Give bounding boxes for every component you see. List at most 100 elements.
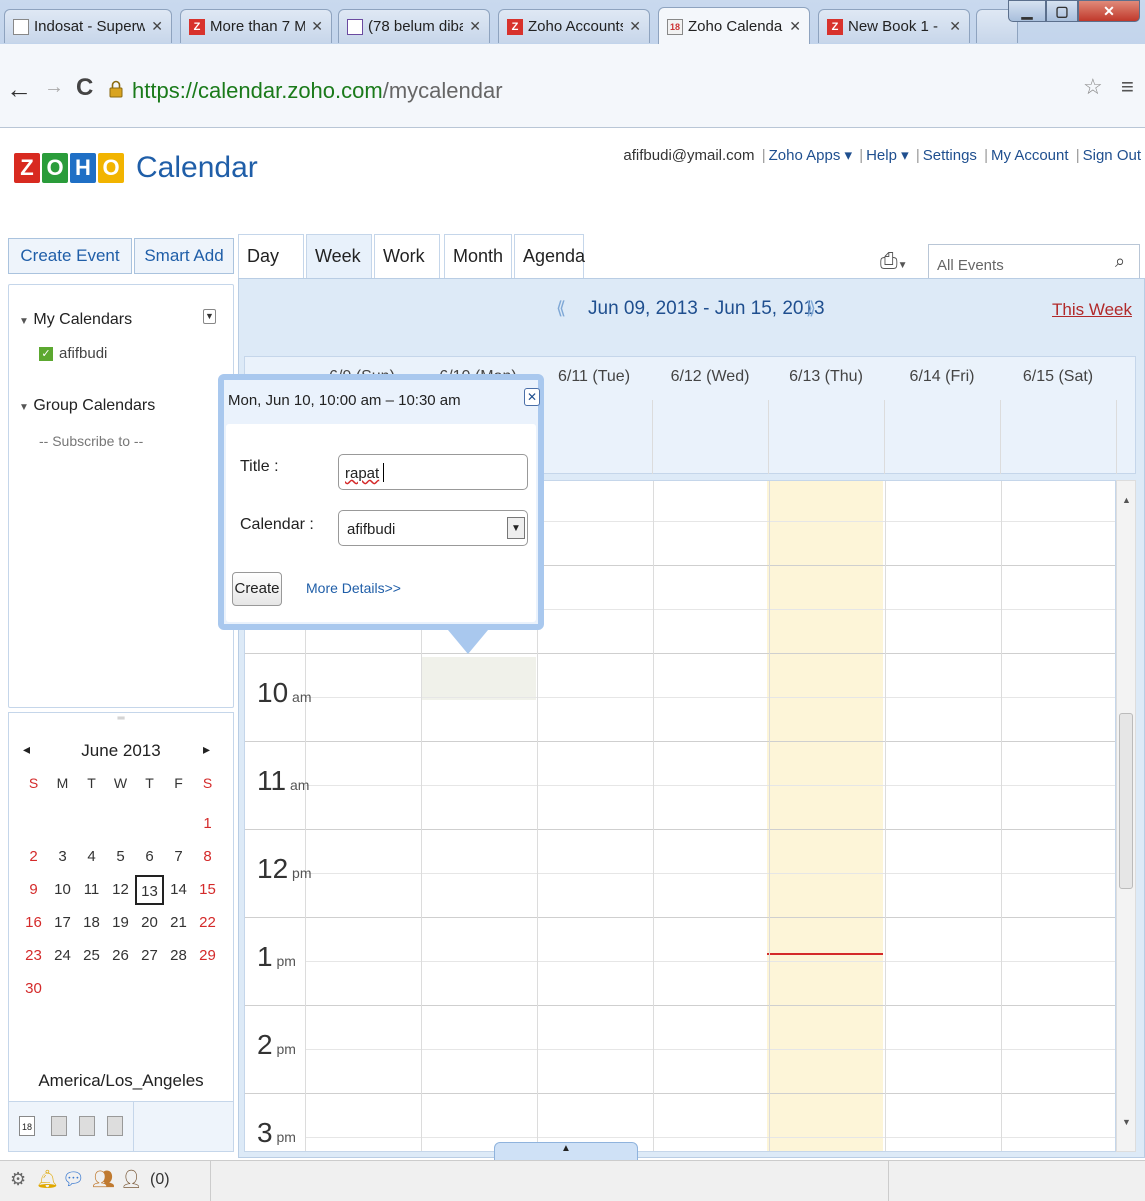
zoho-apps-link[interactable]: Zoho Apps ▾: [769, 147, 852, 164]
browser-tab[interactable]: (78 belum dibaca ✕: [338, 9, 490, 43]
mini-day[interactable]: 7: [164, 842, 193, 872]
check-icon[interactable]: [107, 1116, 123, 1136]
mini-day[interactable]: 6: [135, 842, 164, 872]
address-bar[interactable]: https://calendar.zoho.com/mycalendar: [108, 72, 1048, 112]
collapse-handle[interactable]: ▲: [494, 1142, 638, 1162]
mini-day[interactable]: 20: [135, 908, 164, 938]
day-header[interactable]: 6/15 (Sat): [1000, 368, 1116, 386]
contacts-icon[interactable]: 👥︎: [92, 1169, 115, 1190]
selected-slot[interactable]: [421, 657, 536, 700]
close-icon[interactable]: ✕: [311, 18, 323, 35]
mini-day[interactable]: 9: [19, 875, 48, 905]
mini-day[interactable]: 22: [193, 908, 222, 938]
reload-icon[interactable]: C: [76, 74, 93, 102]
scroll-thumb[interactable]: [1119, 713, 1133, 889]
gear-icon[interactable]: ⚙: [10, 1169, 26, 1190]
mini-day-today[interactable]: 13: [135, 875, 164, 905]
mini-day[interactable]: 21: [164, 908, 193, 938]
search-input[interactable]: All Events ⌕: [928, 244, 1140, 280]
title-input[interactable]: rapat: [338, 454, 528, 490]
close-icon[interactable]: ✕: [524, 388, 540, 406]
close-icon[interactable]: ✕: [469, 18, 481, 35]
prev-week-icon[interactable]: ⟪: [556, 298, 566, 319]
star-icon[interactable]: ☆: [1083, 74, 1103, 100]
my-account-link[interactable]: My Account: [991, 147, 1069, 164]
tab-agenda[interactable]: Agenda: [514, 234, 585, 278]
forward-icon[interactable]: →: [44, 76, 64, 99]
calendar-item-afifbudi[interactable]: ✓ afifbudi: [39, 345, 107, 362]
mini-day[interactable]: 5: [106, 842, 135, 872]
calendar-select[interactable]: afifbudi ▼: [338, 510, 528, 546]
mini-day[interactable]: 14: [164, 875, 193, 905]
scroll-up-icon[interactable]: ▲: [1122, 495, 1131, 505]
window-close-button[interactable]: ✕: [1078, 0, 1140, 22]
mini-day[interactable]: 18: [77, 908, 106, 938]
close-icon[interactable]: ✕: [629, 18, 641, 35]
browser-tab[interactable]: Z New Book 1 - Pa ✕: [818, 9, 970, 43]
mini-day[interactable]: 29: [193, 941, 222, 971]
mini-day[interactable]: 23: [19, 941, 48, 971]
browser-tab[interactable]: Indosat - Superw ✕: [4, 9, 172, 43]
day-header[interactable]: 6/11 (Tue): [536, 368, 652, 386]
bell-icon[interactable]: 🔔︎: [36, 1169, 59, 1190]
mini-day[interactable]: 3: [48, 842, 77, 872]
help-link[interactable]: Help ▾: [866, 147, 909, 164]
next-month-icon[interactable]: ▸: [203, 741, 210, 758]
next-week-icon[interactable]: ⟫: [806, 298, 816, 319]
close-icon[interactable]: ✕: [789, 18, 801, 35]
back-icon[interactable]: ←: [6, 74, 32, 105]
search-icon[interactable]: ⌕: [1115, 251, 1125, 272]
mini-day[interactable]: 15: [193, 875, 222, 905]
chevron-down-icon[interactable]: ▼: [507, 517, 525, 539]
browser-tab[interactable]: Z More than 7 Mill ✕: [180, 9, 332, 43]
mini-day[interactable]: 24: [48, 941, 77, 971]
mini-day[interactable]: 11: [77, 875, 106, 905]
notes-icon[interactable]: [79, 1116, 95, 1136]
zoho-logo[interactable]: Z O H O Calendar: [14, 138, 258, 198]
tasks-icon[interactable]: [51, 1116, 67, 1136]
mini-day[interactable]: 19: [106, 908, 135, 938]
create-button[interactable]: Create: [232, 572, 282, 606]
browser-tab[interactable]: Z Zoho Accounts ✕: [498, 9, 650, 43]
tab-month[interactable]: Month: [444, 234, 512, 278]
mini-day[interactable]: 26: [106, 941, 135, 971]
mini-day[interactable]: 2: [19, 842, 48, 872]
mini-day[interactable]: 17: [48, 908, 77, 938]
mini-day[interactable]: 27: [135, 941, 164, 971]
mini-day[interactable]: 1: [193, 809, 222, 839]
mini-day[interactable]: 12: [106, 875, 135, 905]
subscribe-link[interactable]: -- Subscribe to --: [39, 433, 143, 449]
menu-icon[interactable]: ≡: [1121, 74, 1134, 100]
minimize-button[interactable]: ▁: [1008, 0, 1046, 22]
calendar-icon[interactable]: 18: [19, 1116, 35, 1136]
sign-out-link[interactable]: Sign Out: [1083, 147, 1141, 164]
mini-day[interactable]: 8: [193, 842, 222, 872]
my-calendars-header[interactable]: ▼ My Calendars: [19, 311, 132, 329]
calendar-options-icon[interactable]: ▼: [203, 309, 216, 324]
mini-day[interactable]: 4: [77, 842, 106, 872]
checkbox-checked-icon[interactable]: ✓: [39, 346, 53, 361]
vertical-scrollbar[interactable]: ▲ ▼: [1116, 480, 1136, 1152]
day-header[interactable]: 6/12 (Wed): [652, 368, 768, 386]
scroll-down-icon[interactable]: ▼: [1122, 1117, 1131, 1127]
day-header[interactable]: 6/13 (Thu): [768, 368, 884, 386]
mini-day[interactable]: 16: [19, 908, 48, 938]
create-event-button[interactable]: Create Event: [8, 238, 132, 274]
close-icon[interactable]: ✕: [151, 18, 163, 35]
mini-day[interactable]: 30: [19, 974, 48, 1004]
maximize-button[interactable]: ▢: [1046, 0, 1078, 22]
mini-day[interactable]: 28: [164, 941, 193, 971]
user-icon[interactable]: 👤︎: [120, 1169, 143, 1190]
this-week-link[interactable]: This Week: [1052, 300, 1132, 320]
tab-day[interactable]: Day: [238, 234, 304, 278]
resize-handle[interactable]: ═: [9, 713, 233, 725]
mini-day[interactable]: 10: [48, 875, 77, 905]
more-details-link[interactable]: More Details>>: [306, 580, 401, 596]
day-header[interactable]: 6/14 (Fri): [884, 368, 1000, 386]
browser-tab-active[interactable]: 18 Zoho Calendar ✕: [658, 7, 810, 45]
tab-week[interactable]: Week: [306, 234, 372, 278]
smart-add-button[interactable]: Smart Add: [134, 238, 234, 274]
mini-day[interactable]: 25: [77, 941, 106, 971]
chat-icon[interactable]: 💬︎: [62, 1169, 85, 1190]
group-calendars-header[interactable]: ▼ Group Calendars: [19, 397, 155, 415]
